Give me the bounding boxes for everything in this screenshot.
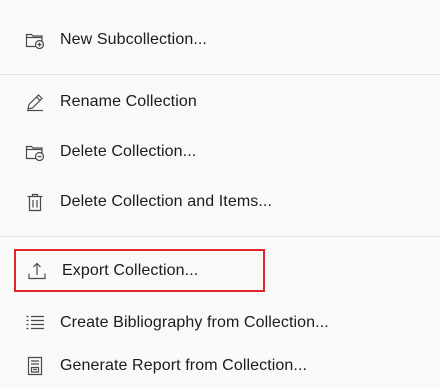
pencil-icon bbox=[24, 91, 46, 113]
menu-separator bbox=[0, 74, 440, 75]
menu-item-label: Create Bibliography from Collection... bbox=[60, 314, 329, 331]
folder-minus-icon bbox=[24, 141, 46, 163]
menu-item-delete-collection-and-items[interactable]: Delete Collection and Items... bbox=[14, 182, 334, 222]
menu-item-export-collection[interactable]: Export Collection... bbox=[14, 249, 265, 292]
report-icon bbox=[24, 355, 46, 377]
menu-item-delete-collection[interactable]: Delete Collection... bbox=[14, 132, 314, 172]
menu-item-label: Export Collection... bbox=[62, 261, 199, 279]
menu-item-label: Delete Collection and Items... bbox=[60, 193, 272, 210]
list-icon bbox=[24, 312, 46, 334]
menu-item-new-subcollection[interactable]: New Subcollection... bbox=[14, 20, 314, 60]
menu-item-label: Generate Report from Collection... bbox=[60, 357, 308, 374]
trash-icon bbox=[24, 191, 46, 213]
menu-item-rename-collection[interactable]: Rename Collection bbox=[14, 82, 314, 122]
menu-item-label: Delete Collection... bbox=[60, 143, 197, 160]
folder-plus-icon bbox=[24, 29, 46, 51]
menu-separator bbox=[0, 236, 440, 237]
collection-context-menu: New Subcollection... Rename Collection D… bbox=[0, 0, 440, 389]
menu-item-label: Rename Collection bbox=[60, 93, 197, 110]
menu-item-label: New Subcollection... bbox=[60, 31, 207, 48]
menu-item-generate-report[interactable]: Generate Report from Collection... bbox=[14, 346, 394, 386]
export-icon bbox=[26, 260, 48, 282]
menu-item-create-bibliography[interactable]: Create Bibliography from Collection... bbox=[14, 303, 424, 343]
